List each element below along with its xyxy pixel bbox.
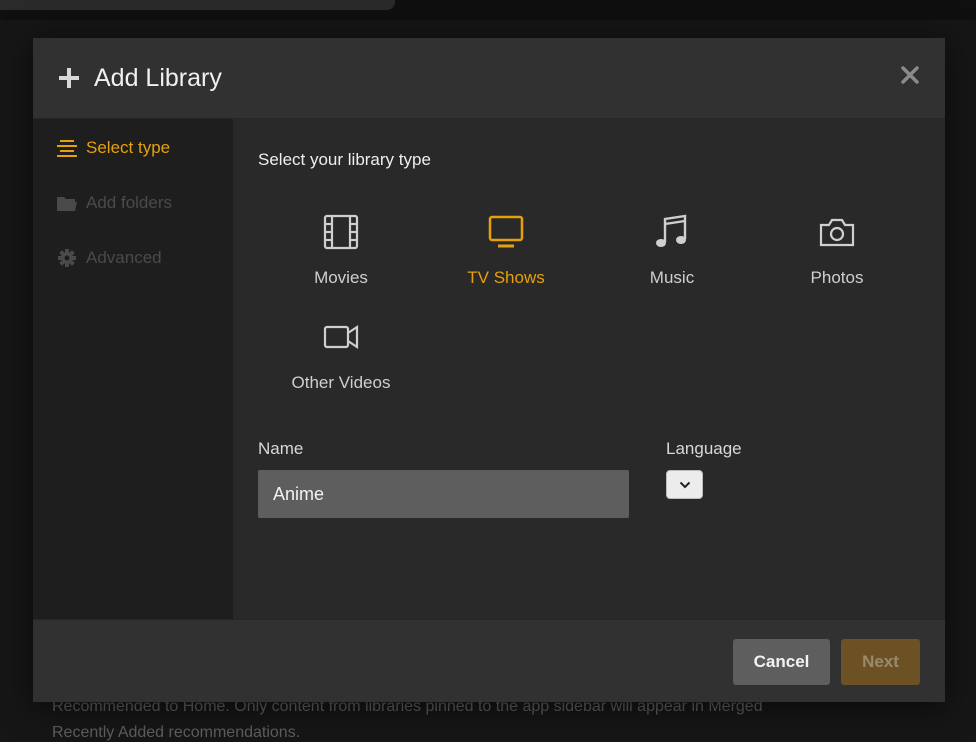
background-text-line-2: Recently Added recommendations. xyxy=(52,724,301,741)
plus-icon xyxy=(59,68,79,88)
close-icon xyxy=(901,66,919,84)
name-field-label: Name xyxy=(258,439,304,458)
tile-label: Movies xyxy=(314,268,368,287)
next-button[interactable]: Next xyxy=(841,639,920,685)
step-label: Select type xyxy=(86,138,171,157)
dialog-header: Add Library xyxy=(33,38,945,119)
library-type-music[interactable]: Music xyxy=(592,201,752,291)
app-top-bar xyxy=(0,0,976,20)
library-type-movies[interactable]: Movies xyxy=(261,201,421,291)
step-label: Advanced xyxy=(86,248,162,267)
tile-label: Music xyxy=(649,268,695,287)
dialog-footer: Cancel Next xyxy=(33,619,945,702)
tile-label: Other Videos xyxy=(291,373,391,392)
tile-label: Photos xyxy=(810,268,864,287)
step-advanced: Advanced xyxy=(56,246,162,270)
cancel-button[interactable]: Cancel xyxy=(733,639,830,685)
language-select[interactable] xyxy=(666,470,703,499)
step-label: Add folders xyxy=(86,193,172,212)
library-name-input[interactable] xyxy=(258,470,629,518)
music-note-icon xyxy=(654,214,690,250)
library-type-tv-shows[interactable]: TV Shows xyxy=(426,201,586,291)
dialog-content: Select your library type Movies TV Shows… xyxy=(233,119,945,619)
step-select-type[interactable]: Select type xyxy=(56,136,170,160)
app-search-bar xyxy=(0,0,395,10)
library-type-heading: Select your library type xyxy=(258,150,431,169)
tile-label: TV Shows xyxy=(467,268,545,287)
wizard-steps-sidebar: Select type Add folders Advanced xyxy=(33,119,233,619)
gear-icon xyxy=(56,248,78,268)
add-library-dialog: Add Library Select type Add folders Adva… xyxy=(33,38,945,702)
list-icon xyxy=(56,138,78,158)
video-camera-icon xyxy=(323,319,359,355)
chevron-down-icon xyxy=(679,481,690,488)
tv-icon xyxy=(488,214,524,250)
camera-icon xyxy=(819,214,855,250)
language-field-label: Language xyxy=(666,439,742,458)
step-add-folders: Add folders xyxy=(56,191,172,215)
film-icon xyxy=(323,214,359,250)
folder-icon xyxy=(56,193,78,213)
dialog-title: Add Library xyxy=(94,64,222,92)
library-type-photos[interactable]: Photos xyxy=(757,201,917,291)
library-type-other-videos[interactable]: Other Videos xyxy=(261,306,421,396)
close-button[interactable] xyxy=(899,64,921,86)
